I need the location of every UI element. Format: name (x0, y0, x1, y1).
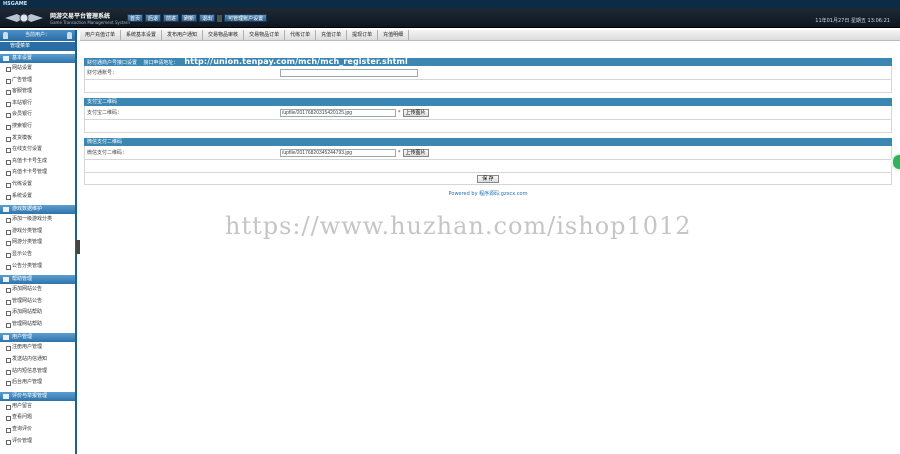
sidebar-item[interactable]: 网游分类管理 (0, 237, 75, 249)
wechat-section-header: 微信支付二维码 (84, 138, 892, 146)
settings-form: 财付通商户号接口设置 接口申请地址： http://union.tenpay.co… (84, 58, 892, 197)
form-row-empty (84, 160, 892, 173)
powered-by-footer[interactable]: Powered by 程序源码:gzxcx.com (84, 190, 892, 197)
sidebar-item[interactable]: 游戏分类管理 (0, 226, 75, 238)
sidebar-group-game-data[interactable]: 游戏数据维护 (0, 205, 75, 215)
url-label: 接口申请地址： (143, 60, 179, 66)
sidebar-group-reviews[interactable]: 评价与举报管理 (0, 391, 75, 401)
sidebar-item[interactable]: 客服管理 (0, 86, 75, 98)
sidebar-item[interactable]: 广告管理 (0, 75, 75, 87)
current-user-label: 当前用户： (24, 32, 50, 38)
pin-icon (67, 32, 72, 39)
sidebar-item[interactable]: 添加网站帮助 (0, 307, 75, 319)
system-code: HSGAME (3, 1, 28, 7)
datetime-display: 11年01月27日 星期五 13:06:21 (815, 18, 890, 24)
refresh-button[interactable]: 刷新 (181, 14, 198, 22)
top-navigation-tabs: 用户充值订单 系统基本设置 发布用户通知 交易物品审核 交易物品订单 代练订单 … (80, 30, 900, 41)
watermark-text: https://www.huzhan.com/ishop1012 (225, 212, 692, 240)
sidebar: 当前用户： 管理菜单 基本设置 网站设置 广告管理 客服管理 本站银行 会员银行… (0, 30, 77, 454)
sidebar-group-users[interactable]: 用户管理 (0, 333, 75, 343)
tab-topup-orders[interactable]: 充值订单 (316, 30, 348, 40)
sidebar-item[interactable]: 添加网站公告 (0, 284, 75, 296)
sidebar-group-basic-settings[interactable]: 基本设置 (0, 54, 75, 63)
form-row: 支付宝二维码： * 上传图片 (84, 106, 892, 120)
sidebar-item[interactable]: 发送站内信通知 (0, 354, 75, 366)
tab-item-orders[interactable]: 交易物品订单 (244, 30, 286, 40)
sidebar-item[interactable]: 后台用户管理 (0, 377, 75, 389)
sidebar-item[interactable]: 管理网站公告 (0, 296, 75, 308)
sidebar-item[interactable]: 添加一级游戏分类 (0, 214, 75, 226)
pin-icon (3, 32, 8, 39)
header-toolbar: 首页 后退 前进 刷新 退出 可管理账户设置 (127, 14, 268, 22)
sidebar-item[interactable]: 网站设置 (0, 63, 75, 75)
section-title: 支付宝二维码 (87, 99, 118, 105)
logo-icon (5, 13, 43, 23)
field-label: 支付宝二维码： (87, 110, 123, 116)
tab-boosting-orders[interactable]: 代练订单 (285, 30, 317, 40)
submit-row: 保 存 (84, 173, 892, 185)
current-user-bar: 当前用户： (0, 30, 75, 41)
save-button[interactable]: 保 存 (477, 174, 499, 183)
tab-withdraw-orders[interactable]: 提现订单 (347, 30, 379, 40)
sidebar-item[interactable]: 在线支付设置 (0, 144, 75, 156)
register-url-link[interactable]: http://union.tenpay.com/mch/mch_register… (184, 57, 407, 66)
sidebar-collapse-handle[interactable] (76, 240, 80, 254)
field-label: 财付通账号： (87, 70, 118, 76)
upload-image-button[interactable]: 上传图片 (402, 108, 429, 117)
floating-side-badge[interactable] (891, 153, 900, 171)
sidebar-item[interactable]: 搜索银行 (0, 121, 75, 133)
sidebar-item[interactable]: 查询评价 (0, 424, 75, 436)
sidebar-item[interactable]: 代练设置 (0, 179, 75, 191)
field-label: 微信支付二维码： (87, 150, 128, 156)
forward-button[interactable]: 前进 (163, 14, 180, 22)
brand-title: 网游交易平台管理系统 (50, 13, 111, 20)
sidebar-item[interactable]: 管理网站帮助 (0, 319, 75, 331)
sidebar-item[interactable]: 查看问题 (0, 412, 75, 424)
sidebar-item[interactable]: 站内短信息管理 (0, 366, 75, 378)
brand-subtitle: Game Transaction Management System (50, 20, 130, 25)
sidebar-title: 管理菜单 (0, 42, 75, 51)
section-title: 财付通商户号接口设置 (87, 60, 138, 66)
sidebar-item[interactable]: 会员银行 (0, 109, 75, 121)
back-button[interactable]: 后退 (145, 14, 162, 22)
account-settings-button[interactable]: 可管理账户设置 (224, 14, 268, 22)
sidebar-item[interactable]: 系统设置 (0, 191, 75, 203)
sidebar-item[interactable]: 评价管理 (0, 436, 75, 448)
tab-system-settings[interactable]: 系统基本设置 (121, 30, 163, 40)
alipay-section-header: 支付宝二维码 (84, 98, 892, 106)
tab-recharge-detail[interactable]: 充值明细 (378, 30, 410, 40)
tab-item-review[interactable]: 交易物品审核 (203, 30, 245, 40)
section-title: 微信支付二维码 (87, 139, 123, 145)
upload-image-button[interactable]: 上传图片 (402, 148, 429, 157)
toolbar-separator (217, 15, 223, 22)
form-row: 财付通账号： (84, 66, 892, 80)
form-row: 微信支付二维码： * 上传图片 (84, 146, 892, 160)
logout-button[interactable]: 退出 (199, 14, 216, 22)
sidebar-item[interactable]: 充值卡卡号管理 (0, 167, 75, 179)
sidebar-item[interactable]: 注册用户管理 (0, 342, 75, 354)
wechat-qrcode-path-input[interactable] (280, 148, 396, 157)
form-row-empty (84, 80, 892, 93)
tenpay-account-input[interactable] (280, 68, 418, 77)
system-topbar: HSGAME (0, 0, 900, 8)
sidebar-item[interactable]: 充值卡卡号生成 (0, 156, 75, 168)
form-row-empty (84, 120, 892, 133)
sidebar-group-help[interactable]: 帮助管理 (0, 275, 75, 285)
sidebar-item[interactable]: 发货模板 (0, 133, 75, 145)
sidebar-item[interactable]: 本站银行 (0, 98, 75, 110)
required-mark: * (398, 149, 401, 156)
sidebar-item[interactable]: 公告分类管理 (0, 261, 75, 273)
app-header: 网游交易平台管理系统 Game Transaction Management S… (0, 8, 900, 28)
sidebar-item[interactable]: 用户留言 (0, 401, 75, 413)
sidebar-item[interactable]: 显示公告 (0, 249, 75, 261)
home-button[interactable]: 首页 (127, 14, 144, 22)
required-mark: * (398, 109, 401, 116)
tab-recharge-orders[interactable]: 用户充值订单 (80, 30, 122, 40)
tab-user-notice[interactable]: 发布用户通知 (162, 30, 204, 40)
tenpay-section-header: 财付通商户号接口设置 接口申请地址： http://union.tenpay.co… (84, 58, 892, 66)
alipay-qrcode-path-input[interactable] (280, 108, 396, 117)
